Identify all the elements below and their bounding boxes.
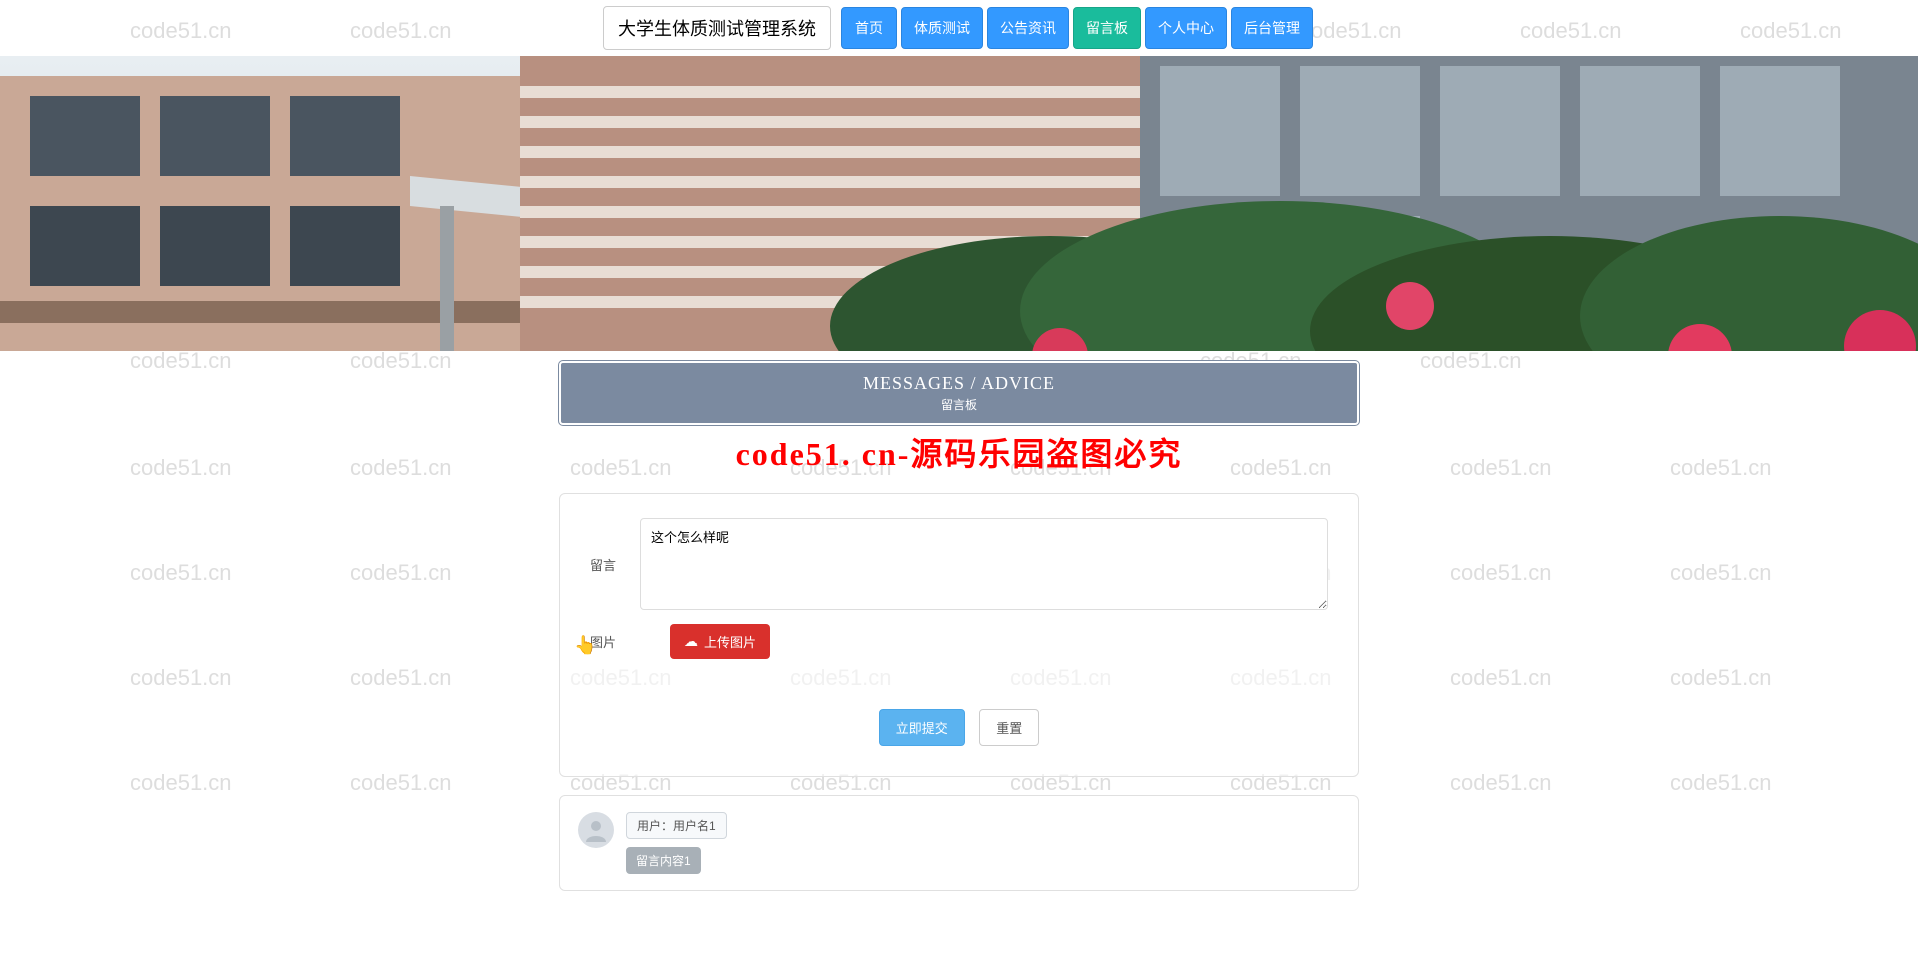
watermark: code51.cn: [350, 560, 452, 586]
watermark: code51.cn: [130, 665, 232, 691]
message-form-card: 留言 图片 ☁ 上传图片 👆 立即提交 重置: [559, 493, 1359, 777]
form-row-image: 图片 ☁ 上传图片 👆: [590, 624, 1328, 659]
section-heading: MESSAGES / ADVICE 留言板: [559, 361, 1359, 425]
nav-home[interactable]: 首页: [841, 7, 897, 49]
avatar: [578, 812, 614, 848]
watermark: code51.cn: [1450, 560, 1552, 586]
nav-admin[interactable]: 后台管理: [1231, 7, 1313, 49]
message-list-card: 用户：用户名1 留言内容1: [559, 795, 1359, 891]
message-body: 用户：用户名1 留言内容1: [626, 812, 1340, 874]
upload-image-button[interactable]: ☁ 上传图片: [670, 624, 770, 659]
reset-button[interactable]: 重置: [979, 709, 1039, 746]
watermark: code51.cn: [350, 665, 452, 691]
nav-message-board[interactable]: 留言板: [1073, 7, 1141, 49]
watermark: code51.cn: [130, 560, 232, 586]
watermark: code51.cn: [130, 348, 232, 374]
image-label: 图片: [590, 632, 640, 651]
watermark: code51.cn: [1450, 665, 1552, 691]
section-title-en: MESSAGES / ADVICE: [561, 373, 1357, 394]
form-buttons-row: 立即提交 重置: [590, 709, 1328, 746]
watermark: code51.cn: [350, 348, 452, 374]
form-row-message: 留言: [590, 518, 1328, 610]
watermark: code51.cn: [1670, 560, 1772, 586]
message-textarea[interactable]: [640, 518, 1328, 610]
site-title: 大学生体质测试管理系统: [603, 6, 831, 50]
nav-personal-center[interactable]: 个人中心: [1145, 7, 1227, 49]
cursor-pointer-icon: 👆: [574, 635, 596, 656]
watermark: code51.cn: [130, 770, 232, 796]
nav-fitness-test[interactable]: 体质测试: [901, 7, 983, 49]
hero-banner: [0, 56, 1918, 351]
message-label: 留言: [590, 555, 640, 574]
watermark: code51.cn: [1420, 348, 1522, 374]
cloud-upload-icon: ☁: [684, 633, 698, 650]
section-title-cn: 留言板: [561, 396, 1357, 413]
watermark: code51.cn: [1670, 770, 1772, 796]
top-nav: 大学生体质测试管理系统 首页 体质测试 公告资讯 留言板 个人中心 后台管理: [0, 0, 1918, 56]
message-content: 留言内容1: [626, 847, 701, 874]
message-item: 用户：用户名1 留言内容1: [578, 812, 1340, 874]
watermark: code51.cn: [350, 770, 452, 796]
watermark: code51.cn: [1450, 770, 1552, 796]
message-user-tag: 用户：用户名1: [626, 812, 727, 839]
nav-announcements[interactable]: 公告资讯: [987, 7, 1069, 49]
copyright-overlay: code51. cn-源码乐园盗图必究: [0, 429, 1918, 475]
watermark: code51.cn: [1670, 665, 1772, 691]
submit-button[interactable]: 立即提交: [879, 709, 965, 746]
upload-button-label: 上传图片: [704, 632, 756, 651]
user-icon: [584, 818, 608, 842]
